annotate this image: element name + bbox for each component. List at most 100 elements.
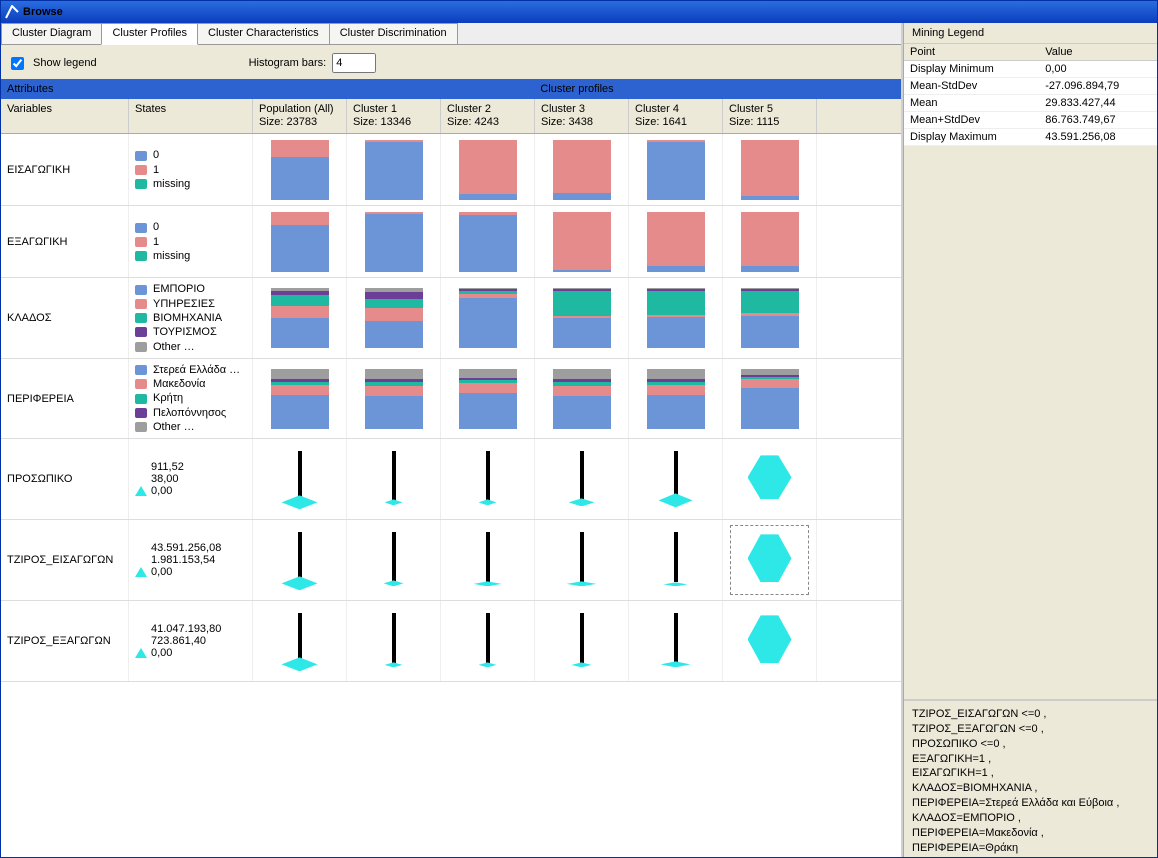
bar-segment: [271, 212, 329, 225]
bar-segment: [459, 369, 517, 378]
profile-cell[interactable]: [441, 601, 535, 681]
bar-segment: [647, 212, 705, 266]
header-variables[interactable]: Variables: [1, 99, 129, 133]
profile-cell[interactable]: [723, 206, 817, 277]
distribution-glyph: [354, 443, 434, 515]
profile-cell[interactable]: [723, 278, 817, 357]
profile-cell[interactable]: [535, 601, 629, 681]
profile-cell[interactable]: [441, 439, 535, 519]
profile-cell[interactable]: [441, 359, 535, 438]
stacked-bar: [459, 212, 517, 272]
profile-cell[interactable]: [629, 439, 723, 519]
legend-item: ΥΠΗΡΕΣΙΕΣ: [135, 297, 246, 311]
profile-cell[interactable]: [629, 359, 723, 438]
profile-cell[interactable]: [347, 601, 441, 681]
controls-bar: Show legend Histogram bars:: [1, 45, 901, 79]
profile-cell[interactable]: [535, 134, 629, 205]
profile-cell[interactable]: [347, 206, 441, 277]
distribution-glyph: [542, 524, 622, 596]
profile-cell[interactable]: [629, 134, 723, 205]
profile-cell[interactable]: [347, 520, 441, 600]
profile-cell[interactable]: [723, 601, 817, 681]
profile-cell[interactable]: [441, 134, 535, 205]
tab-cluster-discrimination[interactable]: Cluster Discrimination: [329, 23, 458, 44]
profile-cell[interactable]: [535, 206, 629, 277]
app-icon: [5, 5, 19, 19]
profile-cell[interactable]: [253, 359, 347, 438]
profile-cell[interactable]: [629, 278, 723, 357]
profile-cell[interactable]: [629, 520, 723, 600]
legend-row[interactable]: Mean+StdDev86.763.749,67: [904, 112, 1157, 129]
profile-cell[interactable]: [723, 520, 817, 600]
header-cluster-1[interactable]: Cluster 1Size: 13346: [347, 99, 441, 133]
distribution-glyph: [448, 605, 528, 677]
diamond: [385, 499, 403, 505]
color-swatch: [135, 179, 147, 189]
header-cluster-3[interactable]: Cluster 3Size: 3438: [535, 99, 629, 133]
diamond: [282, 576, 318, 590]
titlebar[interactable]: Browse: [1, 1, 1157, 23]
profile-cell[interactable]: [535, 359, 629, 438]
bar-segment: [647, 395, 705, 429]
profile-cell[interactable]: [441, 278, 535, 357]
profile-cell[interactable]: [441, 520, 535, 600]
profile-cell[interactable]: [253, 278, 347, 357]
profile-cell[interactable]: [347, 359, 441, 438]
profile-cell[interactable]: [253, 439, 347, 519]
tab-cluster-diagram[interactable]: Cluster Diagram: [1, 23, 102, 44]
header-states[interactable]: States: [129, 99, 253, 133]
profile-cell[interactable]: [723, 134, 817, 205]
bar-segment: [741, 388, 799, 429]
profile-cell[interactable]: [347, 278, 441, 357]
bar-segment: [553, 386, 611, 396]
profile-cell[interactable]: [629, 206, 723, 277]
legend-item: ΕΜΠΟΡΙΟ: [135, 282, 246, 296]
distribution-glyph: [542, 605, 622, 677]
profile-cell[interactable]: [535, 520, 629, 600]
histogram-bars-input[interactable]: [332, 53, 376, 73]
legend-label: Other …: [153, 340, 195, 354]
legend-label: ΤΟΥΡΙΣΜΟΣ: [153, 325, 217, 339]
profile-cell[interactable]: [535, 278, 629, 357]
profile-cell[interactable]: [441, 206, 535, 277]
profile-cell[interactable]: [723, 439, 817, 519]
profile-cell[interactable]: [253, 520, 347, 600]
header-cluster-profiles: Cluster profiles: [253, 81, 901, 97]
legend-col-value: Value: [1039, 44, 1157, 61]
profile-cell[interactable]: [535, 439, 629, 519]
stacked-bar: [365, 288, 423, 348]
variable-label: ΕΙΣΑΓΩΓΙΚΗ: [1, 134, 129, 205]
profile-cell[interactable]: [347, 134, 441, 205]
tab-cluster-characteristics[interactable]: Cluster Characteristics: [197, 23, 330, 44]
bar-segment: [365, 292, 423, 299]
legend-row[interactable]: Mean29.833.427,44: [904, 95, 1157, 112]
show-legend-checkbox[interactable]: [11, 57, 24, 70]
header-cluster-0[interactable]: Population (All)Size: 23783: [253, 99, 347, 133]
bar-segment: [459, 194, 517, 200]
tab-cluster-profiles[interactable]: Cluster Profiles: [101, 23, 198, 45]
profile-cell[interactable]: [629, 601, 723, 681]
row-ΠΕΡΙΦΕΡΕΙΑ: ΠΕΡΙΦΕΡΕΙΑΣτερεά Ελλάδα …ΜακεδονίαΚρήτηΠ…: [1, 359, 901, 439]
legend-item: Πελοπόννησος: [135, 406, 246, 420]
legend-label: ΥΠΗΡΕΣΙΕΣ: [153, 297, 215, 311]
color-swatch: [135, 365, 147, 375]
header-cluster-4[interactable]: Cluster 4Size: 1641: [629, 99, 723, 133]
grid-body[interactable]: ΕΙΣΑΓΩΓΙΚΗ01missingΕΞΑΓΩΓΙΚΗ01missingΚΛΑ…: [1, 134, 901, 857]
profile-cell[interactable]: [723, 359, 817, 438]
profile-cell[interactable]: [253, 134, 347, 205]
bar-segment: [271, 318, 329, 348]
node-description-panel[interactable]: ΤΖΙΡΟΣ_ΕΙΣΑΓΩΓΩΝ <=0 ,ΤΖΙΡΟΣ_ΕΞΑΓΩΓΩΝ <=…: [904, 699, 1157, 857]
legend-item: 0: [135, 148, 246, 162]
header-cluster-5[interactable]: Cluster 5Size: 1115: [723, 99, 817, 133]
stick: [298, 451, 302, 501]
profile-cell[interactable]: [253, 206, 347, 277]
legend-row[interactable]: Display Maximum43.591.256,08: [904, 129, 1157, 146]
profile-cell[interactable]: [253, 601, 347, 681]
row-ΚΛΑΔΟΣ: ΚΛΑΔΟΣΕΜΠΟΡΙΟΥΠΗΡΕΣΙΕΣΒΙΟΜΗΧΑΝΙΑΤΟΥΡΙΣΜΟ…: [1, 278, 901, 358]
header-cluster-2[interactable]: Cluster 2Size: 4243: [441, 99, 535, 133]
scale-label: 38,00: [151, 473, 179, 485]
legend-row[interactable]: Mean-StdDev-27.096.894,79: [904, 78, 1157, 95]
legend-label: Κρήτη: [153, 391, 183, 405]
legend-row[interactable]: Display Minimum0,00: [904, 61, 1157, 78]
profile-cell[interactable]: [347, 439, 441, 519]
